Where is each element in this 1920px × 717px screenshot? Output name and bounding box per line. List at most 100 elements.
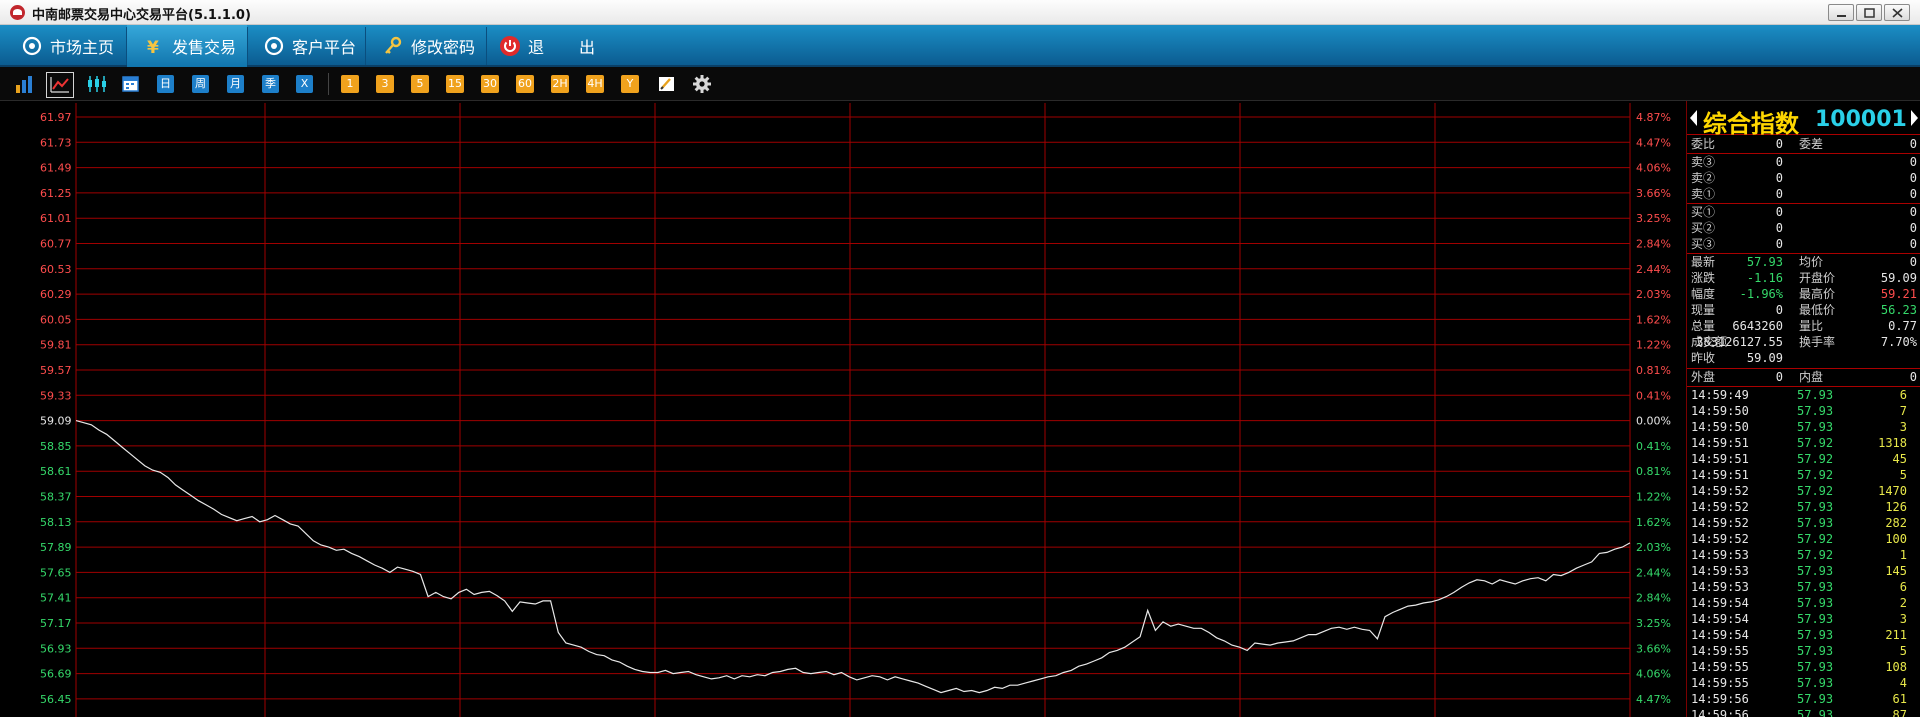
buy-1-volume: 0 [1909,205,1917,219]
tick-row: 14:59:51 57.92 5 [1687,467,1920,483]
pct-tick-label: 0.41% [1636,440,1671,453]
tick-volume: 61 [1892,692,1907,706]
tick-time: 14:59:55 [1691,676,1749,690]
outer-value: 0 [1775,370,1783,384]
line-chart-icon[interactable] [46,72,74,98]
buy-1-label: 买① [1691,205,1716,219]
y-tick-label: 57.65 [40,566,72,579]
stat-label: 量比 [1799,319,1824,333]
buy-3-label: 买③ [1691,237,1716,251]
tick-volume: 3 [1899,420,1907,434]
tick-time: 14:59:50 [1691,404,1749,418]
y-tick-label: 58.61 [40,465,72,478]
nav-divider [365,27,366,65]
tick-price: 57.93 [1797,580,1834,594]
minute-60-button[interactable]: 60 [516,75,534,93]
tick-volume: 126 [1885,500,1907,514]
calendar-icon[interactable] [120,74,142,94]
nav-sales-trading[interactable]: ¥ 发售交易 [127,25,247,67]
minute-15-button[interactable]: 15 [446,75,464,93]
nav-logout[interactable]: 退 出 [500,25,610,67]
instrument-name: 综合指数 [1703,110,1799,138]
tick-price: 57.93 [1797,516,1834,530]
maximize-button[interactable] [1856,4,1882,21]
bar-chart-icon[interactable] [14,74,36,94]
sell-1-row: 卖① 0 0 [1687,186,1920,202]
toolbar-divider [328,73,329,95]
nav-client-platform[interactable]: 客户平台 [264,25,374,67]
maximize-icon [1864,8,1875,18]
pct-tick-label: 1.22% [1636,339,1671,352]
y-tick-label: 60.05 [40,313,72,326]
price-line-chart[interactable]: 61.97 4.87% 61.73 4.47% 61.49 4.06% 61.25 3.66%… [0,101,1686,717]
year-button[interactable]: Y [621,75,639,93]
next-arrow-icon[interactable] [1911,110,1918,126]
tick-volume: 6 [1899,388,1907,402]
stat-label: 均价 [1799,255,1824,269]
minute-3-button[interactable]: 3 [376,75,394,93]
stat-value: 0 [1775,303,1783,317]
y-tick-label: 56.93 [40,642,72,655]
quote-panel: 综合指数 100001 委比 0 委差 0 卖③ 0 0 卖② 0 0 卖① 0… [1686,101,1920,717]
stat-row: 幅度 -1.96% 最高价 59.21 [1687,286,1920,302]
buy-2-price: 0 [1775,221,1783,235]
nav-label: 市场主页 [50,38,115,57]
stat-value: 57.93 [1746,255,1783,269]
y-tick-label: 59.09 [40,415,72,428]
pct-tick-label: 3.25% [1636,617,1671,630]
prev-arrow-icon[interactable] [1690,110,1697,126]
stat-label: 幅度 [1691,287,1716,301]
pct-tick-label: 1.22% [1636,491,1671,504]
period-month-button[interactable]: 月 [227,75,244,93]
tick-volume: 100 [1885,532,1907,546]
tick-price: 57.92 [1797,532,1834,546]
period-week-button[interactable]: 周 [192,75,209,93]
pct-tick-label: 2.84% [1636,592,1671,605]
tick-volume: 108 [1885,660,1907,674]
tick-price: 57.92 [1797,436,1834,450]
y-tick-label: 59.33 [40,389,72,402]
price-series-line [75,420,1631,694]
minute-30-button[interactable]: 30 [481,75,499,93]
intraday-chart[interactable]: 61.97 4.87% 61.73 4.47% 61.49 4.06% 61.25 3.66%… [0,101,1686,717]
hour-2-button[interactable]: 2H [551,75,569,93]
tick-time: 14:59:51 [1691,436,1749,450]
tick-row: 14:59:56 57.93 87 [1687,707,1920,717]
tick-row: 14:59:54 57.93 2 [1687,595,1920,611]
close-button[interactable] [1884,4,1910,21]
buy-3-volume: 0 [1909,237,1917,251]
period-custom-button[interactable]: X [296,75,313,93]
buy-3-row: 买③ 0 0 [1687,236,1920,252]
stat-value: 7.70% [1880,335,1917,349]
candlestick-icon[interactable] [86,74,108,94]
settings-gear-icon[interactable] [691,74,713,94]
tick-price: 57.93 [1797,564,1834,578]
tick-volume: 1 [1899,548,1907,562]
tick-volume: 4 [1899,676,1907,690]
period-day-button[interactable]: 日 [157,75,174,93]
tick-time: 14:59:54 [1691,628,1749,642]
tick-time: 14:59:56 [1691,708,1749,717]
weibi-value: 0 [1775,137,1783,151]
buy-1-row: 买① 0 0 [1687,204,1920,220]
draw-icon[interactable] [656,74,678,94]
y-tick-label: 57.89 [40,541,72,554]
stat-label: 涨跌 [1691,271,1716,285]
tick-price: 57.92 [1797,452,1834,466]
stat-row: 成交额 383126127.55 换手率 7.70% [1687,334,1920,350]
minimize-button[interactable] [1828,4,1854,21]
minute-1-button[interactable]: 1 [341,75,359,93]
y-tick-label: 59.57 [40,364,72,377]
tick-price: 57.92 [1797,548,1834,562]
minute-5-button[interactable]: 5 [411,75,429,93]
tick-time: 14:59:49 [1691,388,1749,402]
hour-4-button[interactable]: 4H [586,75,604,93]
nav-change-password[interactable]: 修改密码 [383,25,493,67]
tick-time: 14:59:52 [1691,516,1749,530]
stat-value: 59.09 [1880,271,1917,285]
outer-inner-row: 外盘 0 内盘 0 [1687,369,1920,385]
nav-market-home[interactable]: 市场主页 [22,25,122,67]
tick-price: 57.93 [1797,612,1834,626]
period-quarter-button[interactable]: 季 [262,75,279,93]
pct-tick-label: 0.00% [1636,415,1671,428]
